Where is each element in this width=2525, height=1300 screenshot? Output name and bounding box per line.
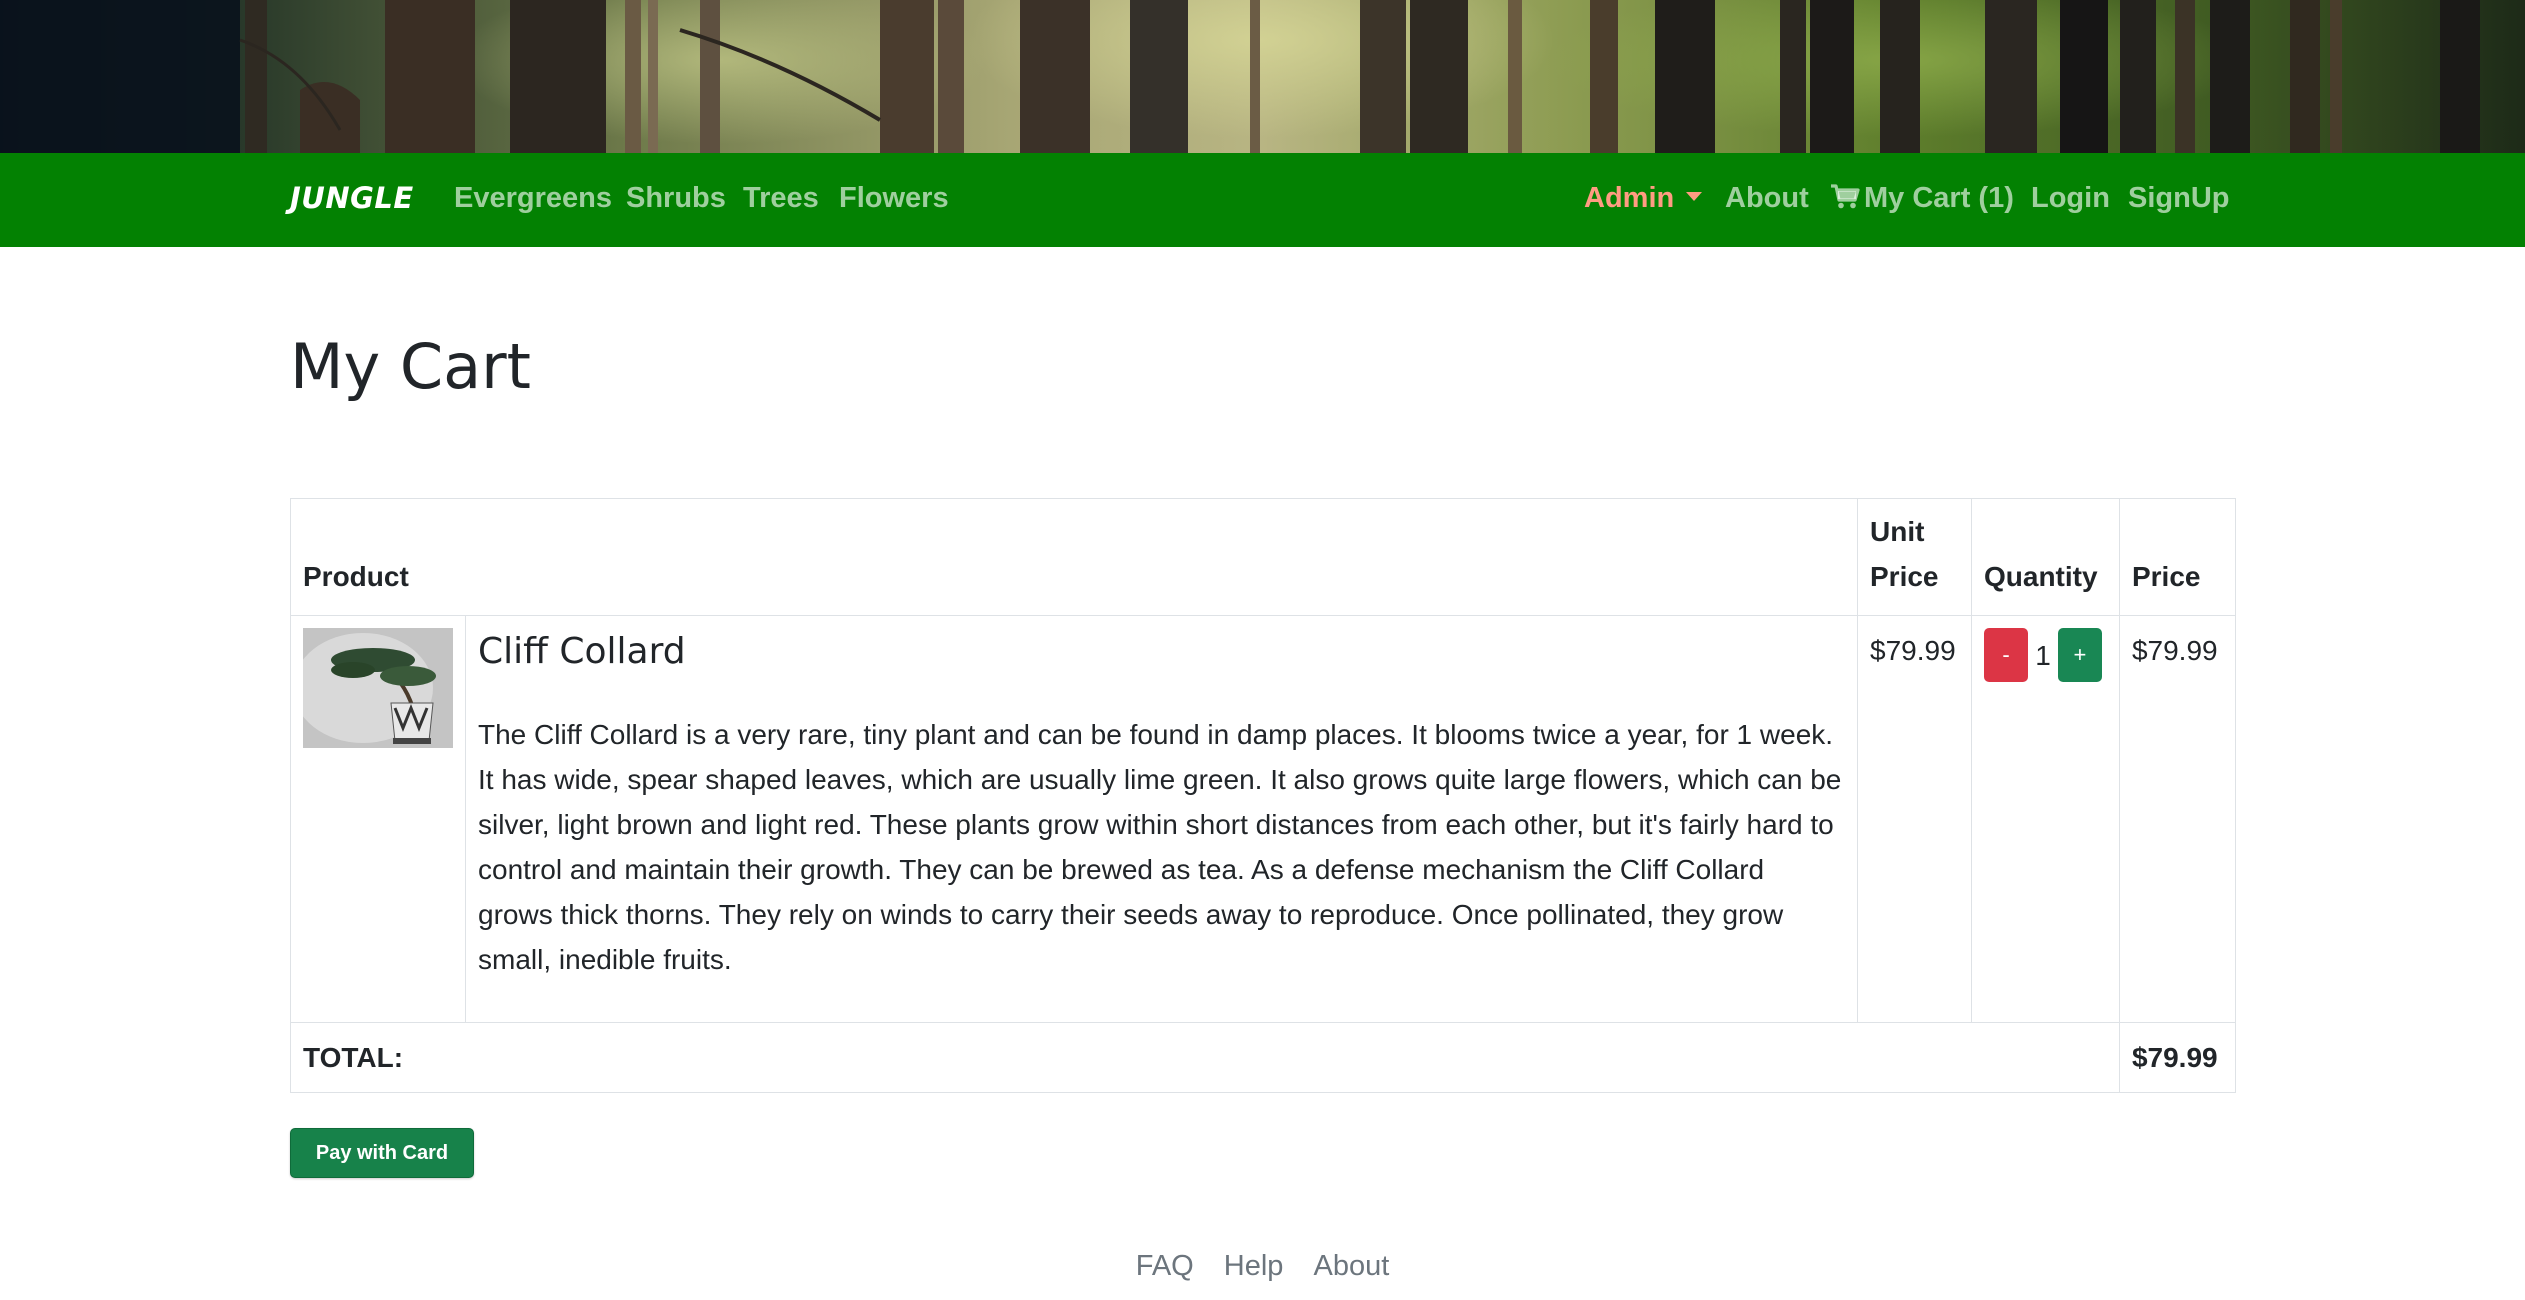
- price-cell: $79.99: [2118, 615, 2237, 1023]
- nav-link-cart[interactable]: My Cart (1): [1830, 182, 2014, 215]
- forest-banner: [0, 0, 2525, 153]
- footer-link-help[interactable]: Help: [1224, 1250, 1284, 1282]
- admin-label: Admin: [1584, 182, 1675, 214]
- shopping-cart-icon: [1831, 184, 1860, 209]
- header-price: Price: [2118, 498, 2237, 616]
- pay-with-card-button[interactable]: Pay with Card: [290, 1128, 474, 1178]
- forest-trees-image: [0, 0, 2480, 153]
- product-details-cell: Cliff Collard The Cliff Collard is a ver…: [465, 615, 1858, 1023]
- header-quantity: Quantity: [1970, 498, 2120, 616]
- top-navbar: JUNGLE Evergreens Shrubs Trees Flowers A…: [0, 153, 2525, 247]
- footer-link-faq[interactable]: FAQ: [1136, 1250, 1194, 1282]
- nav-link-shrubs[interactable]: Shrubs: [626, 182, 726, 215]
- nav-link-login[interactable]: Login: [2031, 182, 2110, 215]
- increase-quantity-button[interactable]: +: [2057, 628, 2102, 682]
- nav-link-evergreens[interactable]: Evergreens: [454, 182, 612, 215]
- footer: FAQ Help About: [0, 1250, 2525, 1283]
- product-name: Cliff Collard: [478, 631, 686, 672]
- table-header-row: Product Unit Price Quantity Price: [290, 498, 2237, 616]
- caret-down-icon: [1686, 192, 1703, 201]
- page-title: My Cart: [290, 330, 531, 403]
- product-image: [303, 628, 453, 748]
- quantity-value: 1: [2035, 639, 2051, 671]
- unit-price-cell: $79.99: [1857, 615, 1972, 1023]
- nav-link-signup[interactable]: SignUp: [2128, 182, 2230, 215]
- total-row: TOTAL: $79.99: [290, 1022, 2237, 1093]
- nav-link-about[interactable]: About: [1725, 182, 1809, 215]
- brand-logo[interactable]: JUNGLE: [290, 181, 414, 215]
- total-label: TOTAL:: [290, 1022, 2120, 1093]
- cart-label: My Cart (1): [1864, 182, 2014, 214]
- nav-link-trees[interactable]: Trees: [743, 182, 819, 215]
- table-row: Cliff Collard The Cliff Collard is a ver…: [290, 615, 2237, 1023]
- cart-table: Product Unit Price Quantity Price Cliff …: [290, 498, 2237, 1093]
- footer-link-about[interactable]: About: [1314, 1250, 1390, 1282]
- header-unit-price: Unit Price: [1857, 498, 1972, 616]
- header-product: Product: [290, 498, 1858, 616]
- decrease-quantity-button[interactable]: -: [1983, 628, 2028, 682]
- quantity-cell: -1 +: [1970, 615, 2120, 1023]
- admin-dropdown[interactable]: Admin: [1584, 182, 1703, 215]
- bonsai-image: [303, 628, 453, 748]
- nav-link-flowers[interactable]: Flowers: [839, 182, 949, 215]
- total-value: $79.99: [2118, 1022, 2237, 1093]
- product-image-cell: [290, 615, 466, 1023]
- product-description: The Cliff Collard is a very rare, tiny p…: [478, 719, 1842, 975]
